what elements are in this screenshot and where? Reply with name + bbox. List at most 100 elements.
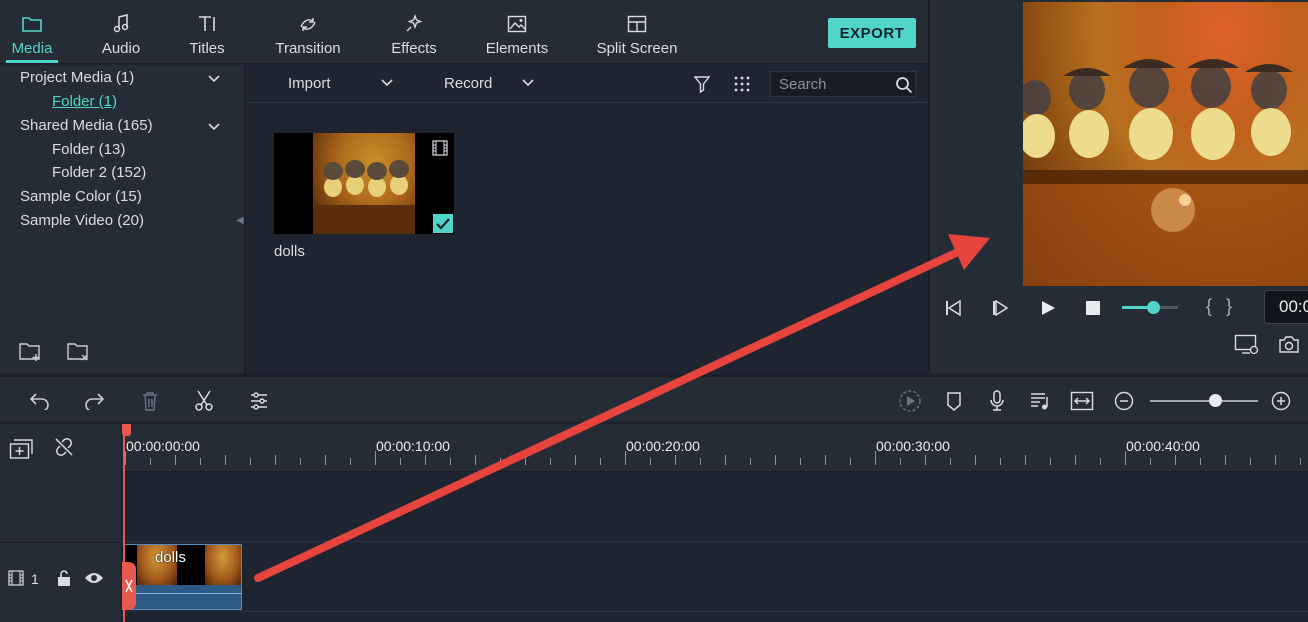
ruler-tick bbox=[425, 455, 426, 465]
sparkle-icon bbox=[403, 14, 425, 34]
next-frame-button[interactable] bbox=[989, 296, 1013, 320]
timecode-display: 00:0 bbox=[1264, 290, 1308, 324]
sidebar-item-sample-video[interactable]: Sample Video (20) bbox=[20, 212, 144, 229]
timeline-ruler[interactable]: 00:00:00:00 00:00:10:00 00:00:20:00 00:0… bbox=[122, 424, 1308, 472]
playhead-handle[interactable] bbox=[122, 424, 131, 436]
lock-icon[interactable] bbox=[56, 569, 72, 587]
ruler-tick bbox=[300, 458, 301, 465]
ruler-tick bbox=[250, 458, 251, 465]
volume-knob[interactable] bbox=[1146, 301, 1160, 314]
play-button[interactable] bbox=[1036, 296, 1060, 320]
previous-frame-button[interactable] bbox=[942, 296, 966, 320]
display-settings-icon[interactable] bbox=[1234, 334, 1260, 356]
stop-button[interactable] bbox=[1081, 296, 1105, 320]
filter-icon[interactable] bbox=[694, 75, 710, 93]
media-panel: Import Record dolls bbox=[248, 65, 926, 373]
media-library-sidebar: Project Media (1) Folder (1) Shared Medi… bbox=[0, 65, 246, 373]
clip-label: dolls bbox=[155, 549, 186, 566]
ruler-tick bbox=[1075, 455, 1076, 465]
chevron-down-icon[interactable] bbox=[207, 74, 221, 84]
chevron-down-icon[interactable] bbox=[207, 122, 221, 132]
new-folder-icon[interactable] bbox=[18, 340, 44, 362]
ruler-tick bbox=[675, 455, 676, 465]
ruler-tick bbox=[1200, 458, 1201, 465]
checkmark-icon[interactable] bbox=[433, 214, 453, 233]
export-button[interactable]: EXPORT bbox=[828, 18, 916, 48]
ruler-tick bbox=[625, 451, 626, 465]
sidebar-item-folder[interactable]: Folder (1) bbox=[52, 93, 117, 110]
ruler-tick bbox=[1000, 458, 1001, 465]
image-icon bbox=[506, 14, 528, 34]
ruler-tick bbox=[125, 451, 126, 465]
ruler-tick bbox=[575, 455, 576, 465]
timeline-track-empty[interactable] bbox=[122, 472, 1308, 542]
zoom-slider[interactable] bbox=[1150, 394, 1258, 407]
ruler-tick bbox=[350, 458, 351, 465]
eye-visibility-icon[interactable] bbox=[84, 571, 104, 585]
sidebar-item-project-media[interactable]: Project Media (1) bbox=[20, 69, 134, 86]
video-track[interactable]: dolls bbox=[122, 542, 1308, 612]
ruler-tick bbox=[875, 451, 876, 465]
search-icon[interactable] bbox=[895, 76, 913, 94]
mark-in-out-icon[interactable]: {} bbox=[1206, 296, 1246, 317]
delete-folder-icon[interactable] bbox=[66, 340, 92, 362]
music-note-icon bbox=[110, 14, 132, 34]
microphone-icon[interactable] bbox=[985, 389, 1009, 413]
audio-mixer-icon[interactable] bbox=[1028, 389, 1052, 413]
preview-panel: {} 00:0 bbox=[928, 0, 1308, 373]
import-dropdown[interactable]: Import bbox=[288, 75, 331, 92]
tab-audio[interactable]: Audio bbox=[96, 0, 146, 64]
undo-icon[interactable] bbox=[28, 389, 52, 413]
cut-scissors-icon[interactable] bbox=[192, 389, 216, 413]
ruler-tick bbox=[275, 455, 276, 465]
tab-effects[interactable]: Effects bbox=[386, 0, 442, 64]
collapse-sidebar-handle[interactable]: ◀ bbox=[236, 215, 244, 226]
ruler-tick bbox=[1275, 455, 1276, 465]
transition-icon bbox=[297, 14, 319, 34]
adjust-settings-icon[interactable] bbox=[247, 389, 271, 413]
track-number: 1 bbox=[31, 571, 39, 587]
search-input[interactable] bbox=[779, 75, 891, 93]
sidebar-item-folder-13[interactable]: Folder (13) bbox=[52, 141, 125, 158]
grid-view-icon[interactable] bbox=[734, 76, 750, 92]
ruler-tick bbox=[925, 455, 926, 465]
delete-icon[interactable] bbox=[138, 389, 162, 413]
tab-media[interactable]: Media bbox=[6, 0, 58, 63]
ruler-tick bbox=[525, 455, 526, 465]
film-icon bbox=[432, 140, 448, 156]
video-track-header: 1 bbox=[0, 542, 122, 612]
fit-timeline-icon[interactable] bbox=[1070, 389, 1094, 413]
sidebar-item-sample-color[interactable]: Sample Color (15) bbox=[20, 188, 142, 205]
redo-icon[interactable] bbox=[82, 389, 106, 413]
chevron-down-icon[interactable] bbox=[381, 79, 393, 87]
playhead-cut-handle[interactable] bbox=[122, 562, 136, 610]
zoom-in-icon[interactable] bbox=[1269, 389, 1293, 413]
clip-audio-waveform bbox=[125, 593, 241, 594]
zoom-out-icon[interactable] bbox=[1112, 389, 1136, 413]
tab-transition[interactable]: Transition bbox=[268, 0, 348, 64]
tab-titles[interactable]: Titles bbox=[184, 0, 230, 64]
ruler-tick bbox=[1250, 458, 1251, 465]
chevron-down-icon[interactable] bbox=[522, 79, 534, 87]
record-dropdown[interactable]: Record bbox=[444, 75, 492, 92]
ruler-tick bbox=[225, 455, 226, 465]
tab-elements[interactable]: Elements bbox=[482, 0, 552, 64]
ruler-tick bbox=[900, 458, 901, 465]
volume-slider[interactable] bbox=[1122, 301, 1178, 314]
render-preview-icon[interactable] bbox=[898, 389, 922, 413]
timeline-toolbar bbox=[0, 375, 1308, 423]
add-track-icon[interactable] bbox=[9, 438, 35, 460]
ruler-tick bbox=[1025, 455, 1026, 465]
ruler-tick bbox=[1100, 458, 1101, 465]
zoom-knob[interactable] bbox=[1208, 394, 1222, 407]
sidebar-item-shared-media[interactable]: Shared Media (165) bbox=[20, 117, 153, 134]
timeline-clip[interactable]: dolls bbox=[124, 544, 242, 610]
unlink-icon[interactable] bbox=[53, 436, 75, 458]
ruler-tick bbox=[1050, 458, 1051, 465]
media-item-thumbnail[interactable] bbox=[274, 133, 454, 234]
ruler-label: 00:00:10:00 bbox=[376, 438, 450, 454]
sidebar-item-folder-2[interactable]: Folder 2 (152) bbox=[52, 164, 146, 181]
tab-split-screen[interactable]: Split Screen bbox=[594, 0, 680, 64]
snapshot-camera-icon[interactable] bbox=[1278, 335, 1300, 355]
marker-icon[interactable] bbox=[942, 389, 966, 413]
